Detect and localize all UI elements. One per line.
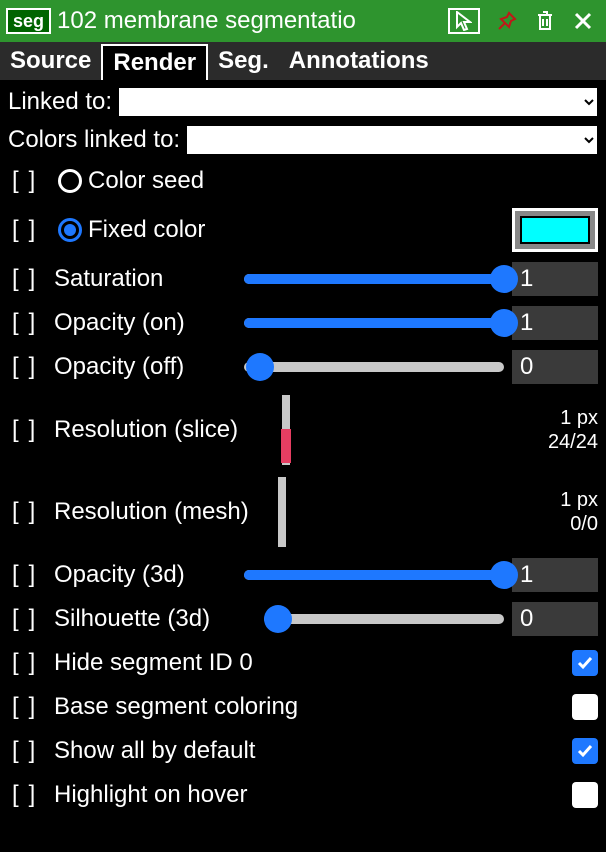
color-seed-radio[interactable]	[58, 169, 82, 193]
opacity-3d-value[interactable]: 1	[512, 558, 598, 592]
bracket-buttons[interactable]: []	[8, 309, 48, 337]
row-colors-linked-to: Colors linked to:	[8, 124, 598, 156]
show-all-label: Show all by default	[54, 737, 255, 765]
check-icon	[576, 742, 594, 760]
silhouette-3d-slider[interactable]	[264, 614, 504, 624]
colors-linked-to-select[interactable]	[186, 125, 598, 155]
delete-button[interactable]	[534, 10, 556, 32]
close-button[interactable]	[572, 10, 594, 32]
bracket-buttons[interactable]: []	[8, 649, 48, 677]
linked-to-label: Linked to:	[8, 88, 112, 116]
pick-tool-button[interactable]	[448, 8, 480, 34]
bracket-buttons[interactable]: []	[8, 561, 48, 589]
opacity-on-value[interactable]: 1	[512, 306, 598, 340]
highlight-hover-label: Highlight on hover	[54, 781, 247, 809]
highlight-hover-checkbox[interactable]	[572, 782, 598, 808]
render-panel: Linked to: Colors linked to: [] Color se…	[0, 82, 606, 822]
row-opacity-3d: [] Opacity (3d) 1	[8, 556, 598, 594]
bracket-buttons[interactable]: []	[8, 605, 48, 633]
bracket-buttons[interactable]: []	[8, 216, 48, 244]
opacity-3d-slider[interactable]	[244, 570, 504, 580]
fixed-color-radio[interactable]	[58, 218, 82, 242]
base-coloring-checkbox[interactable]	[572, 694, 598, 720]
silhouette-3d-label: Silhouette (3d)	[54, 605, 210, 633]
resolution-mesh-label: Resolution (mesh)	[54, 498, 249, 526]
row-opacity-on: [] Opacity (on) 1	[8, 304, 598, 342]
row-show-all: [] Show all by default	[8, 732, 598, 770]
bracket-buttons[interactable]: []	[8, 737, 48, 765]
tab-render[interactable]: Render	[101, 44, 208, 80]
row-fixed-color: [] Fixed color	[8, 206, 598, 254]
base-coloring-label: Base segment coloring	[54, 693, 298, 721]
close-icon	[573, 11, 593, 31]
tab-annotations[interactable]: Annotations	[279, 42, 439, 80]
row-highlight-hover: [] Highlight on hover	[8, 776, 598, 814]
bracket-buttons[interactable]: []	[8, 167, 48, 195]
bracket-buttons[interactable]: []	[8, 781, 48, 809]
linked-to-select[interactable]	[118, 87, 598, 117]
resolution-slice-slider[interactable]	[282, 395, 290, 465]
row-silhouette-3d: [] Silhouette (3d) 0	[8, 600, 598, 638]
bracket-buttons[interactable]: []	[8, 498, 48, 526]
fixed-color-label: Fixed color	[88, 216, 205, 244]
cursor-icon	[456, 11, 472, 31]
tab-source[interactable]: Source	[0, 42, 101, 80]
color-seed-label: Color seed	[88, 167, 204, 195]
opacity-on-slider[interactable]	[244, 318, 504, 328]
resolution-slice-value: 1 px 24/24	[512, 406, 598, 454]
resolution-slice-label: Resolution (slice)	[54, 416, 238, 444]
bracket-buttons[interactable]: []	[8, 265, 48, 293]
layer-title[interactable]: 102 membrane segmentatio	[57, 7, 442, 35]
row-color-seed: [] Color seed	[8, 162, 598, 200]
saturation-value[interactable]: 1	[512, 262, 598, 296]
opacity-3d-label: Opacity (3d)	[54, 561, 185, 589]
bracket-buttons[interactable]: []	[8, 693, 48, 721]
row-linked-to: Linked to:	[8, 86, 598, 118]
check-icon	[576, 654, 594, 672]
saturation-label: Saturation	[54, 265, 163, 293]
opacity-off-slider[interactable]	[244, 362, 504, 372]
resolution-mesh-value: 1 px 0/0	[512, 488, 598, 536]
saturation-slider[interactable]	[244, 274, 504, 284]
row-hide-segment-0: [] Hide segment ID 0	[8, 644, 598, 682]
row-base-coloring: [] Base segment coloring	[8, 688, 598, 726]
opacity-on-label: Opacity (on)	[54, 309, 185, 337]
fixed-color-swatch[interactable]	[512, 208, 598, 252]
row-resolution-mesh: [] Resolution (mesh) 1 px 0/0	[8, 474, 598, 550]
hide-segment-0-checkbox[interactable]	[572, 650, 598, 676]
colors-linked-to-label: Colors linked to:	[8, 126, 180, 154]
bracket-buttons[interactable]: []	[8, 353, 48, 381]
show-all-checkbox[interactable]	[572, 738, 598, 764]
title-bar: seg 102 membrane segmentatio	[0, 0, 606, 42]
layer-type-badge: seg	[6, 8, 51, 34]
tab-bar: Source Render Seg. Annotations	[0, 42, 606, 82]
pin-icon	[497, 11, 517, 31]
opacity-off-value[interactable]: 0	[512, 350, 598, 384]
bracket-buttons[interactable]: []	[8, 416, 48, 444]
pin-button[interactable]	[496, 10, 518, 32]
tab-seg[interactable]: Seg.	[208, 42, 279, 80]
resolution-mesh-slider[interactable]	[278, 477, 286, 547]
row-opacity-off: [] Opacity (off) 0	[8, 348, 598, 386]
row-resolution-slice: [] Resolution (slice) 1 px 24/24	[8, 392, 598, 468]
silhouette-3d-value[interactable]: 0	[512, 602, 598, 636]
row-saturation: [] Saturation 1	[8, 260, 598, 298]
opacity-off-label: Opacity (off)	[54, 353, 184, 381]
trash-icon	[535, 10, 555, 32]
hide-segment-0-label: Hide segment ID 0	[54, 649, 253, 677]
